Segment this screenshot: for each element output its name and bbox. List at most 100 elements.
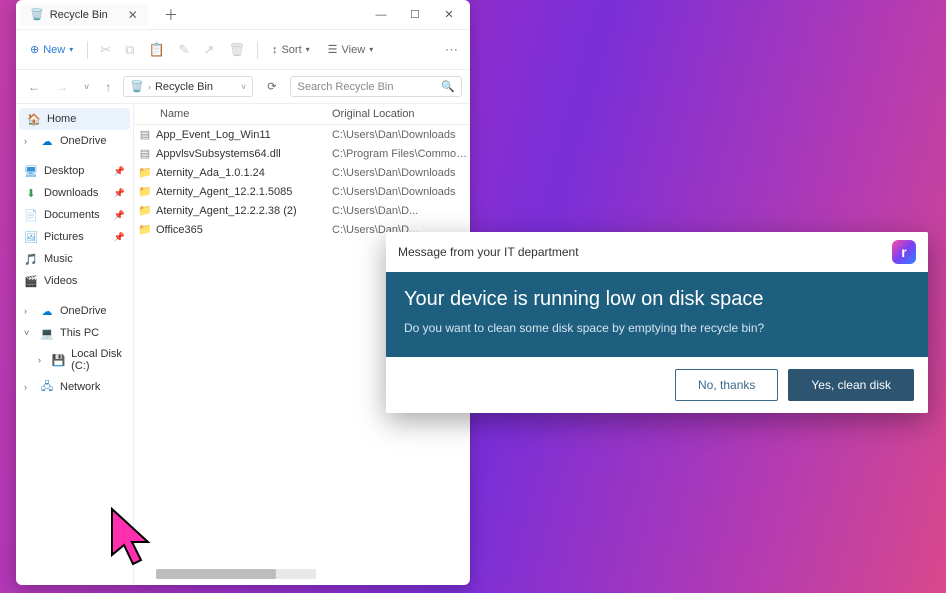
file-icon: ▤ <box>140 128 150 141</box>
pin-icon: 📌 <box>114 188 125 199</box>
column-location[interactable]: Original Location <box>332 108 470 120</box>
toolbar: ⊕ New ▾ ✂ ⧉ 📋 ✎ ↗ 🗑 ↕ Sort ▾ ☰ View ▾ ⋯ <box>16 30 470 70</box>
file-location: C:\Users\Dan\Downloads <box>332 129 470 141</box>
sidebar-label: Music <box>44 253 73 265</box>
cut-icon[interactable]: ✂ <box>94 38 117 62</box>
sidebar-item-network[interactable]: › 🖧 Network <box>16 376 133 398</box>
sidebar-item-home[interactable]: 🏠 Home <box>19 108 130 130</box>
delete-icon[interactable]: 🗑 <box>222 38 251 62</box>
sort-button[interactable]: ↕ Sort ▾ <box>264 40 318 60</box>
scrollbar-thumb[interactable] <box>156 569 276 579</box>
no-thanks-button[interactable]: No, thanks <box>675 369 778 401</box>
copy-icon[interactable]: ⧉ <box>119 38 140 62</box>
chevron-down-icon[interactable]: ˅ <box>24 328 34 338</box>
refresh-button[interactable]: ⟳ <box>261 78 282 95</box>
sidebar-item-onedrive-2[interactable]: › ☁ OneDrive <box>16 300 133 322</box>
chevron-down-icon: ▾ <box>69 45 73 54</box>
paste-icon[interactable]: 📋 <box>142 38 170 62</box>
column-headers: Name Original Location <box>134 104 470 125</box>
chevron-down-icon: ▾ <box>369 45 373 54</box>
sort-icon: ↕ <box>272 44 278 56</box>
recycle-bin-icon: 🗑️ <box>30 8 44 21</box>
chevron-right-icon[interactable]: › <box>24 136 34 146</box>
sidebar-item-local-disk[interactable]: › 💾 Local Disk (C:) <box>16 344 133 376</box>
breadcrumb[interactable]: 🗑️ › Recycle Bin ˅ <box>123 76 253 97</box>
dialog-body: Your device is running low on disk space… <box>386 272 928 357</box>
share-icon[interactable]: ↗ <box>198 38 221 62</box>
sidebar-item-downloads[interactable]: ⬇ Downloads 📌 <box>16 182 133 204</box>
rename-icon[interactable]: ✎ <box>173 38 196 62</box>
sidebar-item-music[interactable]: 🎵 Music <box>16 248 133 270</box>
file-name: Aternity_Agent_12.2.2.38 (2) <box>156 205 332 217</box>
new-tab-button[interactable]: ＋ <box>164 5 178 25</box>
maximize-button[interactable]: ☐ <box>398 1 432 29</box>
search-icon: 🔍 <box>441 80 455 93</box>
new-label: New <box>43 44 65 56</box>
pin-icon: 📌 <box>114 166 125 177</box>
up-level-button[interactable]: ↑ <box>101 78 115 96</box>
dialog-message: Do you want to clean some disk space by … <box>404 321 910 335</box>
sidebar-label: Local Disk (C:) <box>71 348 125 372</box>
cloud-icon: ☁ <box>40 304 54 318</box>
sort-label: Sort <box>281 44 301 56</box>
sidebar-item-documents[interactable]: 📄 Documents 📌 <box>16 204 133 226</box>
pin-icon: 📌 <box>114 232 125 243</box>
dialog-title: Your device is running low on disk space <box>404 288 910 311</box>
close-tab-icon[interactable]: ✕ <box>128 8 138 22</box>
file-location: C:\Users\Dan\Downloads <box>332 186 470 198</box>
tab-recycle-bin[interactable]: 🗑️ Recycle Bin ✕ <box>20 4 148 26</box>
documents-icon: 📄 <box>24 208 38 222</box>
search-input[interactable]: Search Recycle Bin 🔍 <box>290 76 462 97</box>
file-row[interactable]: ▤AppvlsvSubsystems64.dllC:\Program Files… <box>134 144 470 163</box>
chevron-right-icon[interactable]: › <box>24 306 34 316</box>
tab-title: Recycle Bin <box>50 9 108 21</box>
sidebar-label: Downloads <box>44 187 98 199</box>
sidebar-label: Documents <box>44 209 100 221</box>
sidebar-item-onedrive[interactable]: › ☁ OneDrive <box>16 130 133 152</box>
breadcrumb-segment[interactable]: Recycle Bin <box>155 81 213 93</box>
pin-icon: 📌 <box>114 210 125 221</box>
sidebar-item-desktop[interactable]: 🖥 Desktop 📌 <box>16 160 133 182</box>
file-location: C:\Users\Dan\D... <box>332 205 470 217</box>
view-icon: ☰ <box>328 43 338 56</box>
file-row[interactable]: 📁Aternity_Agent_12.2.1.5085C:\Users\Dan\… <box>134 182 470 201</box>
dialog-footer: No, thanks Yes, clean disk <box>386 357 928 413</box>
sidebar-label: OneDrive <box>60 135 106 147</box>
back-button[interactable]: ← <box>24 78 44 96</box>
yes-clean-disk-button[interactable]: Yes, clean disk <box>788 369 914 401</box>
folder-icon: 📁 <box>138 204 152 217</box>
minimize-button[interactable]: — <box>364 1 398 29</box>
desktop-icon: 🖥 <box>24 164 38 178</box>
forward-button[interactable]: → <box>52 78 72 96</box>
sidebar-label: This PC <box>60 327 99 339</box>
file-row[interactable]: 📁Aternity_Ada_1.0.1.24C:\Users\Dan\Downl… <box>134 163 470 182</box>
chevron-right-icon[interactable]: › <box>24 382 34 392</box>
recycle-bin-icon: 🗑️ <box>130 80 144 93</box>
riverbed-logo-icon: r <box>892 240 916 264</box>
file-location: C:\Users\Dan\Downloads <box>332 167 470 179</box>
sidebar-item-this-pc[interactable]: ˅ 💻 This PC <box>16 322 133 344</box>
chevron-right-icon[interactable]: › <box>38 355 45 365</box>
sidebar-label: OneDrive <box>60 305 106 317</box>
dialog-header: Message from your IT department r <box>386 232 928 272</box>
download-icon: ⬇ <box>24 186 38 200</box>
column-name[interactable]: Name <box>156 108 332 120</box>
close-window-button[interactable]: ✕ <box>432 1 466 29</box>
view-button[interactable]: ☰ View ▾ <box>320 39 382 60</box>
more-icon[interactable]: ⋯ <box>439 38 464 62</box>
up-button[interactable]: ˅ <box>80 80 93 94</box>
new-button[interactable]: ⊕ New ▾ <box>22 39 81 60</box>
titlebar: 🗑️ Recycle Bin ✕ ＋ — ☐ ✕ <box>16 0 470 30</box>
chevron-right-icon: › <box>148 82 151 92</box>
videos-icon: 🎬 <box>24 274 38 288</box>
file-name: App_Event_Log_Win11 <box>156 129 332 141</box>
view-label: View <box>342 44 366 56</box>
chevron-down-icon[interactable]: ˅ <box>241 82 246 92</box>
sidebar-item-pictures[interactable]: 🖼 Pictures 📌 <box>16 226 133 248</box>
horizontal-scrollbar[interactable] <box>156 569 316 579</box>
file-row[interactable]: 📁 Aternity_Agent_12.2.2.38 (2)C:\Users\Da… <box>134 201 470 220</box>
file-name: AppvlsvSubsystems64.dll <box>156 148 332 160</box>
folder-icon: 📁 <box>138 185 152 198</box>
sidebar-item-videos[interactable]: 🎬 Videos <box>16 270 133 292</box>
file-row[interactable]: ▤ App_Event_Log_Win11C:\Users\Dan\Downloa… <box>134 125 470 144</box>
